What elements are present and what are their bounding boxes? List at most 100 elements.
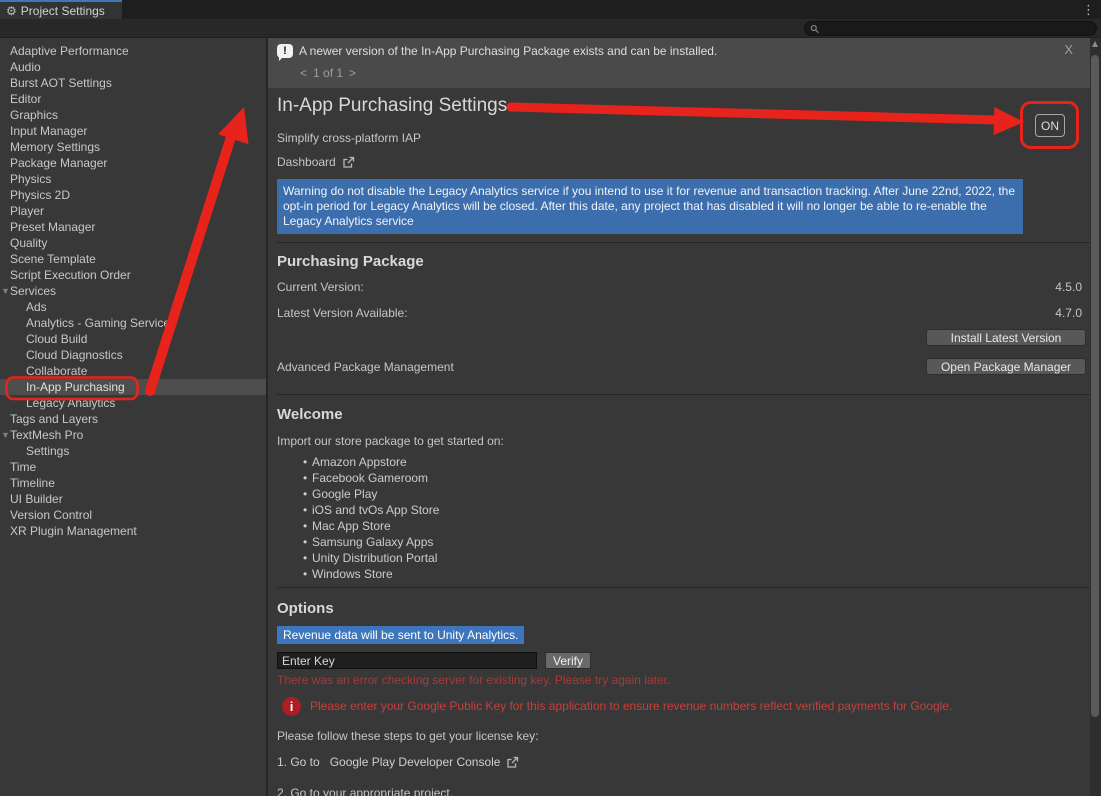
options-heading: Options (277, 600, 1090, 618)
license-key-input[interactable] (277, 652, 537, 669)
vertical-scrollbar[interactable] (1090, 38, 1101, 796)
sidebar-item-label: Cloud Diagnostics (26, 348, 123, 362)
sidebar-item-quality[interactable]: Quality (0, 235, 266, 251)
pager-next-button[interactable]: > (349, 66, 356, 80)
sidebar-item-services[interactable]: ▼Services (0, 283, 266, 299)
sidebar-item-scene-template[interactable]: Scene Template (0, 251, 266, 267)
current-version-value: 4.5.0 (1055, 279, 1082, 295)
store-list-item: Google Play (277, 486, 1090, 502)
foldout-triangle-icon[interactable]: ▼ (1, 283, 10, 299)
sidebar-item-timeline[interactable]: Timeline (0, 475, 266, 491)
sidebar-item-version-control[interactable]: Version Control (0, 507, 266, 523)
sidebar-item-burst-aot-settings[interactable]: Burst AOT Settings (0, 75, 266, 91)
gear-icon: ⚙ (6, 5, 17, 17)
sidebar-item-physics-2d[interactable]: Physics 2D (0, 187, 266, 203)
sidebar-item-audio[interactable]: Audio (0, 59, 266, 75)
install-latest-version-button[interactable]: Install Latest Version (926, 329, 1086, 346)
sidebar-item-in-app-purchasing[interactable]: In-App Purchasing (0, 379, 266, 395)
sidebar-item-label: Burst AOT Settings (10, 76, 112, 90)
sidebar-item-label: Input Manager (10, 124, 87, 138)
sidebar-item-ui-builder[interactable]: UI Builder (0, 491, 266, 507)
sidebar-item-label: Settings (26, 444, 69, 458)
sidebar-item-label: Services (10, 284, 56, 298)
sidebar-item-label: Version Control (10, 508, 92, 522)
step-2: 2. Go to your appropriate project. (277, 786, 1090, 796)
pager-prev-button[interactable]: < (300, 66, 307, 80)
store-list-item: Samsung Galaxy Apps (277, 534, 1090, 550)
sidebar-item-physics[interactable]: Physics (0, 171, 266, 187)
sidebar-item-label: Preset Manager (10, 220, 95, 234)
sidebar-item-label: Analytics - Gaming Services (26, 316, 176, 330)
sidebar-item-settings[interactable]: Settings (0, 443, 266, 459)
key-check-error-text: There was an error checking server for e… (277, 673, 1090, 687)
banner-message: A newer version of the In-App Purchasing… (299, 44, 717, 58)
sidebar-item-label: TextMesh Pro (10, 428, 83, 442)
sidebar-item-label: Memory Settings (10, 140, 100, 154)
sidebar-item-cloud-diagnostics[interactable]: Cloud Diagnostics (0, 347, 266, 363)
sidebar-item-label: Adaptive Performance (10, 44, 129, 58)
dashboard-link[interactable]: Dashboard (277, 154, 1090, 170)
license-steps-intro: Please follow these steps to get your li… (277, 729, 1090, 743)
notification-banner: ! A newer version of the In-App Purchasi… (268, 38, 1090, 88)
search-box[interactable] (804, 21, 1097, 36)
sidebar-item-label: Time (10, 460, 36, 474)
sidebar-item-adaptive-performance[interactable]: Adaptive Performance (0, 43, 266, 59)
search-input[interactable] (824, 23, 1091, 35)
welcome-intro: Import our store package to get started … (277, 433, 1090, 449)
iap-on-toggle[interactable]: ON (1035, 114, 1065, 137)
main-panel: ! A newer version of the In-App Purchasi… (268, 38, 1090, 796)
banner-pager: < 1 of 1 > (300, 66, 356, 80)
title-bar: ⚙ Project Settings ⋮ (0, 0, 1101, 19)
tab-project-settings[interactable]: ⚙ Project Settings (0, 0, 122, 19)
page-title: In-App Purchasing Settings (277, 95, 1090, 117)
scrollbar-thumb[interactable] (1091, 55, 1099, 717)
sidebar-item-label: Physics 2D (10, 188, 70, 202)
google-key-notice: Please enter your Google Public Key for … (310, 699, 952, 714)
settings-content: In-App Purchasing Settings Simplify cros… (268, 95, 1090, 796)
welcome-heading: Welcome (277, 406, 1090, 424)
sidebar-item-label: Package Manager (10, 156, 107, 170)
store-list: Amazon AppstoreFacebook GameroomGoogle P… (277, 454, 1090, 582)
sidebar-item-input-manager[interactable]: Input Manager (0, 123, 266, 139)
foldout-triangle-icon[interactable]: ▼ (1, 427, 10, 443)
store-list-item: Amazon Appstore (277, 454, 1090, 470)
open-package-manager-button[interactable]: Open Package Manager (926, 358, 1086, 375)
advanced-package-management-label: Advanced Package Management (277, 360, 454, 374)
sidebar-item-legacy-analytics[interactable]: Legacy Analytics (0, 395, 266, 411)
sidebar-item-label: Scene Template (10, 252, 96, 266)
verify-button[interactable]: Verify (545, 652, 591, 669)
store-list-item: Unity Distribution Portal (277, 550, 1090, 566)
sidebar-item-script-execution-order[interactable]: Script Execution Order (0, 267, 266, 283)
sidebar-item-package-manager[interactable]: Package Manager (0, 155, 266, 171)
sidebar-item-label: Quality (10, 236, 47, 250)
sidebar-item-label: XR Plugin Management (10, 524, 137, 538)
sidebar-item-player[interactable]: Player (0, 203, 266, 219)
sidebar-item-collaborate[interactable]: Collaborate (0, 363, 266, 379)
scroll-up-arrow-icon[interactable] (1092, 41, 1098, 47)
sidebar-item-preset-manager[interactable]: Preset Manager (0, 219, 266, 235)
google-play-console-link[interactable]: Google Play Developer Console (330, 755, 501, 769)
banner-close-button[interactable]: X (1064, 42, 1073, 57)
search-icon (810, 24, 820, 34)
page-subtitle: Simplify cross-platform IAP (277, 130, 1090, 146)
external-link-icon (342, 156, 355, 169)
sidebar-item-memory-settings[interactable]: Memory Settings (0, 139, 266, 155)
sidebar-item-editor[interactable]: Editor (0, 91, 266, 107)
sidebar-item-ads[interactable]: Ads (0, 299, 266, 315)
store-list-item: Mac App Store (277, 518, 1090, 534)
sidebar-item-xr-plugin-management[interactable]: XR Plugin Management (0, 523, 266, 539)
external-link-icon (506, 756, 519, 769)
sidebar-item-tags-and-layers[interactable]: Tags and Layers (0, 411, 266, 427)
sidebar-item-cloud-build[interactable]: Cloud Build (0, 331, 266, 347)
sidebar-item-time[interactable]: Time (0, 459, 266, 475)
sidebar-item-analytics-gaming-services[interactable]: Analytics - Gaming Services (0, 315, 266, 331)
step-1-prefix: 1. Go to (277, 755, 320, 769)
sidebar-item-graphics[interactable]: Graphics (0, 107, 266, 123)
legacy-analytics-warning: Warning do not disable the Legacy Analyt… (277, 179, 1023, 234)
pager-text: 1 of 1 (313, 66, 343, 80)
store-list-item: Facebook Gameroom (277, 470, 1090, 486)
sidebar-item-textmesh-pro[interactable]: ▼TextMesh Pro (0, 427, 266, 443)
sidebar-item-label: Audio (10, 60, 41, 74)
toolbar (0, 19, 1101, 38)
kebab-menu-icon[interactable]: ⋮ (1082, 1, 1095, 18)
